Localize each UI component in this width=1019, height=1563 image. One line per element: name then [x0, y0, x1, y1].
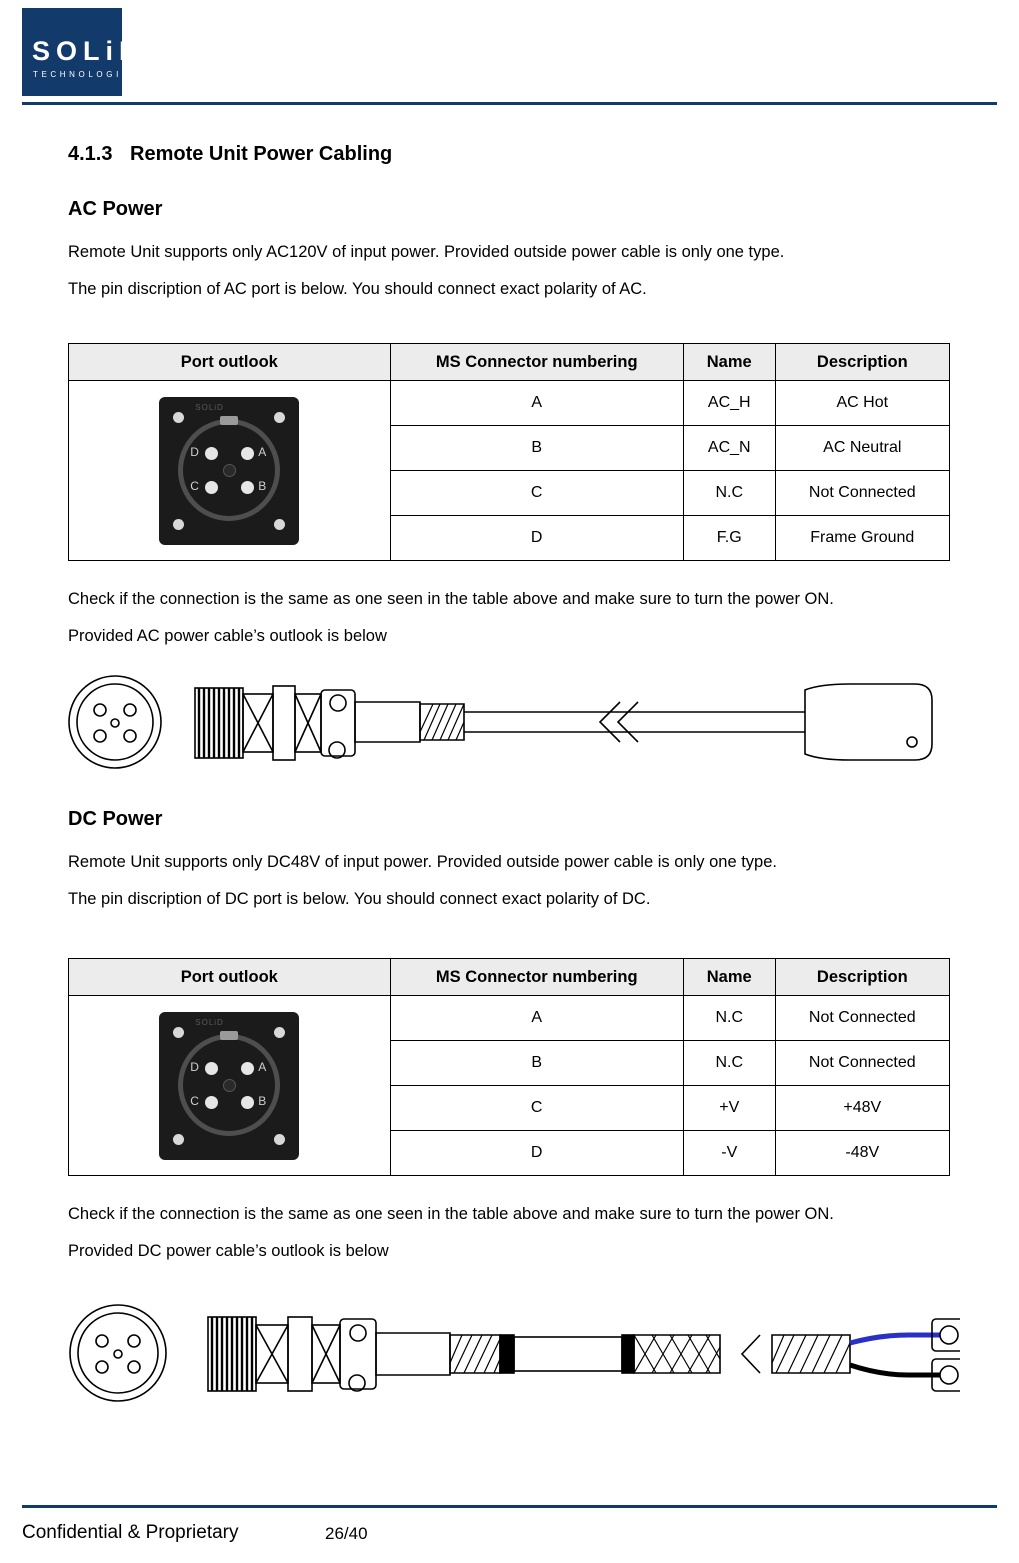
- cell-name: +V: [682, 1085, 776, 1131]
- pin-b: [241, 480, 255, 494]
- screw-icon: [173, 1133, 185, 1145]
- dc-note-2: Provided DC power cable’s outlook is bel…: [68, 1242, 389, 1260]
- cell-name: F.G: [682, 515, 776, 561]
- dc-port-outlook-cell: SOLiD D A C B: [68, 995, 391, 1176]
- pin-label-b: B: [258, 478, 267, 493]
- dc-note-1: Check if the connection is the same as o…: [68, 1205, 834, 1223]
- screw-icon: [274, 518, 286, 530]
- dc-paragraph-2: The pin discription of DC port is below.…: [68, 890, 651, 908]
- cell-name: N.C: [682, 470, 776, 516]
- screw-icon: [274, 1026, 286, 1038]
- screw-icon: [173, 518, 185, 530]
- cell-description: Frame Ground: [774, 515, 951, 561]
- cell-ms-number: C: [389, 470, 684, 516]
- ac-power-heading: AC Power: [68, 198, 163, 220]
- section-number: 4.1.3: [68, 143, 113, 165]
- section-title: Remote Unit Power Cabling: [130, 143, 393, 165]
- dc-pinout-table: Port outlook MS Connector numbering Name…: [68, 958, 951, 1176]
- ac-paragraph-1: Remote Unit supports only AC120V of inpu…: [68, 243, 785, 261]
- page-header: SOLiD TECHNOLOGIES: [0, 0, 1019, 110]
- cell-name: AC_H: [682, 380, 776, 426]
- cell-description: AC Neutral: [774, 425, 951, 471]
- ac-port-outlook-cell: SOLiD D A C B: [68, 380, 391, 561]
- footer-divider: [22, 1505, 997, 1508]
- cell-ms-number: A: [389, 380, 684, 426]
- cell-description: Not Connected: [774, 470, 951, 516]
- cell-ms-number: D: [389, 1130, 684, 1176]
- ms-connector-face-dc: SOLiD D A C B: [159, 1011, 300, 1160]
- col-header-ms-connector: MS Connector numbering: [389, 343, 684, 381]
- col-header-name: Name: [682, 343, 776, 381]
- logo-wordmark: SOLiD: [32, 36, 145, 66]
- screw-icon: [173, 1026, 185, 1038]
- dc-cable-figure: [60, 1275, 967, 1440]
- ac-paragraph-2: The pin discription of AC port is below.…: [68, 280, 647, 298]
- screw-icon: [173, 411, 185, 423]
- cell-ms-number: D: [389, 515, 684, 561]
- cell-name: N.C: [682, 995, 776, 1041]
- pin-a: [241, 1061, 255, 1075]
- cell-name: AC_N: [682, 425, 776, 471]
- screw-icon: [274, 1133, 286, 1145]
- pin-label-d: D: [190, 444, 199, 459]
- table-header-row: Port outlook MS Connector numbering Name…: [68, 343, 951, 381]
- pin-d: [205, 1061, 219, 1075]
- ac-note-1: Check if the connection is the same as o…: [68, 590, 834, 608]
- pin-d: [205, 446, 219, 460]
- cell-description: Not Connected: [774, 1040, 951, 1086]
- cell-ms-number: A: [389, 995, 684, 1041]
- ms-connector-face-ac: SOLiD D A C B: [159, 396, 300, 545]
- logo-tagline: TECHNOLOGIES: [33, 70, 140, 79]
- table-header-row: Port outlook MS Connector numbering Name…: [68, 958, 951, 996]
- pin-label-b: B: [258, 1093, 267, 1108]
- pin-label-a: A: [258, 444, 267, 459]
- pin-c: [205, 1095, 219, 1109]
- pin-label-d: D: [190, 1059, 199, 1074]
- header-divider: [22, 102, 997, 105]
- dc-paragraph-1: Remote Unit supports only DC48V of input…: [68, 853, 777, 871]
- col-header-port-outlook: Port outlook: [68, 343, 391, 381]
- ac-cable-figure: [60, 660, 960, 790]
- col-header-name: Name: [682, 958, 776, 996]
- pin-a: [241, 446, 255, 460]
- col-header-description: Description: [774, 958, 951, 996]
- cell-description: +48V: [774, 1085, 951, 1131]
- col-header-port-outlook: Port outlook: [68, 958, 391, 996]
- cell-description: Not Connected: [774, 995, 951, 1041]
- ac-note-2: Provided AC power cable’s outlook is bel…: [68, 627, 387, 645]
- cell-description: AC Hot: [774, 380, 951, 426]
- cell-name: N.C: [682, 1040, 776, 1086]
- pin-label-c: C: [190, 1093, 199, 1108]
- cell-description: -48V: [774, 1130, 951, 1176]
- connector-top-marking: SOLiD: [195, 1017, 224, 1027]
- ac-pinout-table: Port outlook MS Connector numbering Name…: [68, 343, 951, 561]
- cell-ms-number: B: [389, 425, 684, 471]
- col-header-ms-connector: MS Connector numbering: [389, 958, 684, 996]
- cell-ms-number: B: [389, 1040, 684, 1086]
- footer-page-number: 26/40: [325, 1524, 368, 1543]
- dc-power-heading: DC Power: [68, 808, 163, 830]
- connector-center-key: [223, 463, 237, 477]
- pin-c: [205, 480, 219, 494]
- table-row: SOLiD D A C B: [68, 995, 951, 1176]
- footer-confidential-text: Confidential & Proprietary: [22, 1522, 239, 1543]
- connector-center-key: [223, 1078, 237, 1092]
- pin-label-a: A: [258, 1059, 267, 1074]
- pin-b: [241, 1095, 255, 1109]
- cell-name: -V: [682, 1130, 776, 1176]
- cell-ms-number: C: [389, 1085, 684, 1131]
- pin-label-c: C: [190, 478, 199, 493]
- section-heading: 4.1.3 Remote Unit Power Cabling: [68, 143, 392, 166]
- col-header-description: Description: [774, 343, 951, 381]
- connector-top-marking: SOLiD: [195, 402, 224, 412]
- table-row: SOLiD D A C B: [68, 380, 951, 561]
- screw-icon: [274, 411, 286, 423]
